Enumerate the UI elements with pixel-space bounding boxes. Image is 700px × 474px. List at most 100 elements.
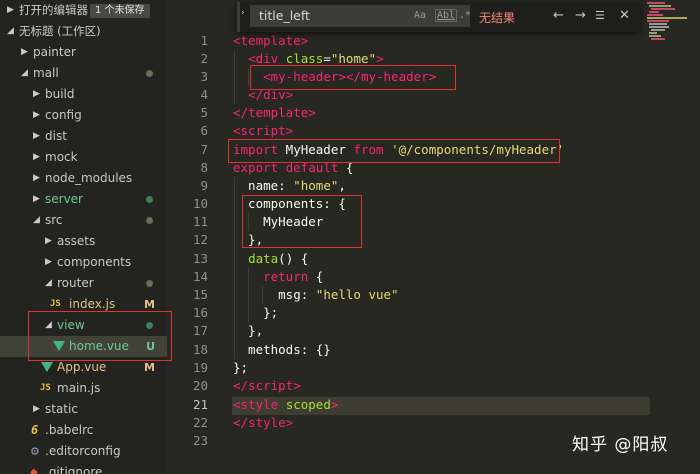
find-in-selection-icon[interactable]: ☰: [595, 9, 605, 22]
tree-item-label: assets: [57, 234, 96, 248]
minimap[interactable]: [645, 0, 700, 60]
tree-item-label: painter: [33, 45, 76, 59]
tree-item-main-js[interactable]: JS main.js: [0, 378, 167, 399]
line-number: 1: [200, 33, 208, 48]
git-status-dot: [146, 70, 153, 77]
find-result-status: 无结果: [479, 11, 516, 25]
code-line-9[interactable]: name: "home",: [233, 178, 346, 193]
code-line-2[interactable]: <div class="home">: [233, 51, 384, 66]
code-line-6[interactable]: <script>: [233, 123, 293, 138]
chevron-right-icon: ▶: [33, 152, 40, 162]
match-case-toggle[interactable]: Aa: [414, 10, 426, 21]
line-number: 23: [192, 433, 208, 448]
tree-item-server[interactable]: ▶ server: [0, 189, 167, 210]
code-line-19[interactable]: };: [233, 360, 248, 375]
find-resize-handle[interactable]: [237, 2, 240, 32]
line-number: 12: [192, 232, 208, 247]
tree-item-painter[interactable]: ▶ painter: [0, 42, 167, 63]
vue-file-icon: [41, 362, 53, 372]
line-number: 20: [192, 378, 208, 393]
previous-match-icon[interactable]: ←: [553, 8, 564, 23]
tree-item-config[interactable]: ▶ config: [0, 105, 167, 126]
chevron-right-icon: ▶: [33, 110, 40, 120]
tree-item-src[interactable]: ◢ src: [0, 210, 167, 231]
chevron-right-icon: ▶: [33, 194, 40, 204]
code-line-13[interactable]: data() {: [233, 251, 308, 266]
tree-item-components[interactable]: ▶ components: [0, 252, 167, 273]
tree-item-static[interactable]: ▶ static: [0, 399, 167, 420]
code-line-5[interactable]: </template>: [233, 105, 316, 120]
chevron-right-icon[interactable]: ›: [241, 8, 245, 18]
tree-item-label: build: [45, 87, 75, 101]
line-number: 3: [200, 69, 208, 84]
code-line-14[interactable]: return {: [233, 269, 323, 284]
code-line-17[interactable]: },: [233, 323, 263, 338]
line-number: 13: [192, 251, 208, 266]
open-editors-section[interactable]: ▶ 打开的编辑器 1 个未保存: [0, 0, 167, 21]
use-regex-toggle[interactable]: .*: [459, 10, 471, 21]
tree-item-label: .editorconfig: [45, 444, 121, 458]
code-line-22[interactable]: </style>: [233, 415, 293, 430]
line-number: 11: [192, 214, 208, 229]
line-number: 21: [192, 397, 208, 412]
line-number: 19: [192, 360, 208, 375]
code-editor[interactable]: 1 2 3 4 5 6 7 8 9 10 11 12 13 14 15 16 17 18 19 20 21 22 23 <t…: [167, 0, 700, 474]
tree-item-build[interactable]: ▶ build: [0, 84, 167, 105]
tree-item-assets[interactable]: ▶ assets: [0, 231, 167, 252]
tree-item-node-modules[interactable]: ▶ node_modules: [0, 168, 167, 189]
unsaved-count-badge: 1 个未保存: [90, 4, 150, 18]
tree-item-router[interactable]: ◢ router: [0, 273, 167, 294]
line-number: 7: [200, 142, 208, 157]
line-number: 4: [200, 87, 208, 102]
workspace-section[interactable]: ◢ 无标题 (工作区): [0, 21, 167, 42]
tree-item-label: mall: [33, 66, 59, 80]
chevron-right-icon: ▶: [33, 131, 40, 141]
code-line-20[interactable]: </script>: [233, 378, 301, 393]
line-number: 14: [192, 269, 208, 284]
code-line-21[interactable]: <style scoped>: [233, 397, 338, 412]
annotation-box-import-line: [228, 139, 560, 163]
tree-item-label: static: [45, 402, 78, 416]
gear-icon: ⚙: [30, 445, 40, 458]
explorer-sidebar: ▶ 打开的编辑器 1 个未保存 ◢ 无标题 (工作区) ▶ painter ◢ mal…: [0, 0, 167, 474]
tree-item-label: server: [45, 192, 83, 206]
close-icon[interactable]: ✕: [619, 8, 630, 23]
tree-item-dist[interactable]: ▶ dist: [0, 126, 167, 147]
tree-item-label: dist: [45, 129, 67, 143]
watermark-text: 知乎 @阳叔: [572, 435, 669, 455]
babel-file-icon: 6: [31, 423, 39, 437]
open-editors-label: 打开的编辑器: [19, 3, 88, 17]
chevron-right-icon: ▶: [21, 47, 28, 57]
tree-item-babelrc[interactable]: 6 .babelrc: [0, 420, 167, 441]
tree-item-label: .babelrc: [45, 423, 94, 437]
code-line-16[interactable]: };: [233, 305, 278, 320]
line-number: 2: [200, 51, 208, 66]
next-match-icon[interactable]: →: [575, 8, 586, 23]
workspace-label: 无标题 (工作区): [19, 24, 101, 38]
code-line-15[interactable]: msg: "hello vue": [233, 287, 398, 302]
line-number: 22: [192, 415, 208, 430]
git-status-dot: [146, 217, 153, 224]
tree-item-mock[interactable]: ▶ mock: [0, 147, 167, 168]
tree-item-mall[interactable]: ◢ mall: [0, 63, 167, 84]
tree-item-label: node_modules: [45, 171, 133, 185]
find-query-text: title_left: [259, 8, 310, 23]
code-line-18[interactable]: methods: {}: [233, 342, 331, 357]
match-whole-word-toggle[interactable]: Abl: [435, 9, 458, 22]
line-number: 6: [200, 123, 208, 138]
line-number: 10: [192, 196, 208, 211]
annotation-box-my-header-tag: [250, 65, 456, 90]
code-line-1[interactable]: <template>: [233, 33, 308, 48]
chevron-right-icon: ▶: [45, 236, 52, 246]
tree-item-label: src: [45, 213, 63, 227]
line-number: 16: [192, 305, 208, 320]
tree-item-gitignore[interactable]: ◆ .gitignore: [0, 462, 167, 474]
git-status-dot: [146, 280, 153, 287]
tree-item-editorconfig[interactable]: ⚙ .editorconfig: [0, 441, 167, 462]
annotation-box-view-folder: [28, 311, 172, 361]
chevron-down-icon: ◢: [7, 26, 14, 36]
chevron-down-icon: ◢: [21, 68, 28, 78]
line-number: 9: [200, 178, 208, 193]
chevron-right-icon: ▶: [7, 5, 14, 15]
chevron-right-icon: ▶: [33, 89, 40, 99]
